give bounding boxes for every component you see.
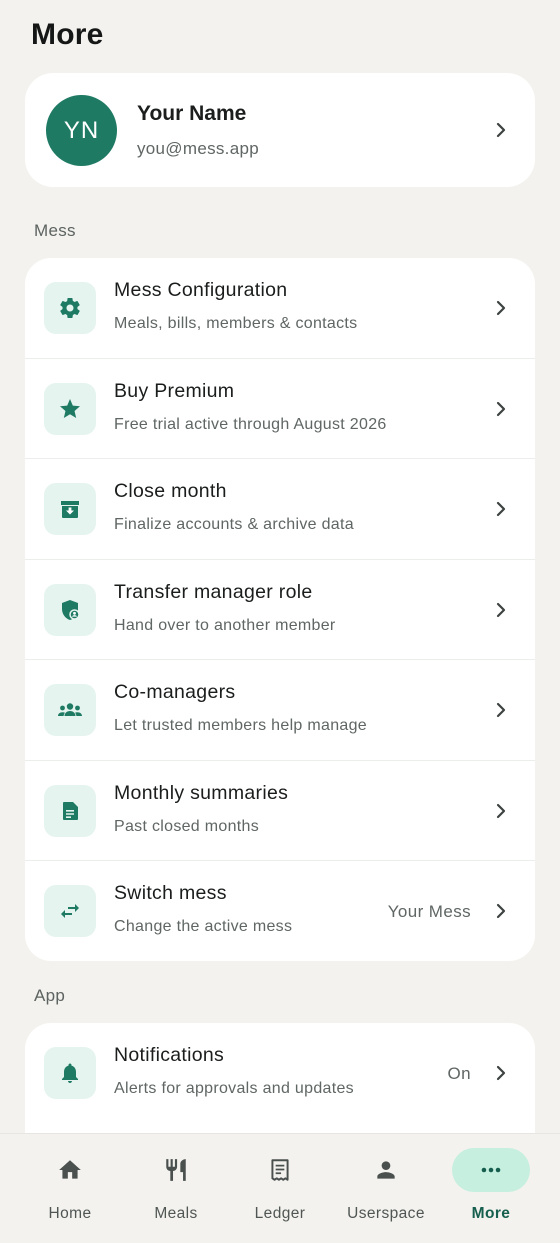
menu-item-title: Switch mess	[114, 882, 227, 904]
current-mess-value: Your Mess	[387, 902, 471, 921]
menu-item-subtitle: Past closed months	[114, 817, 260, 835]
section-label-mess: Mess	[34, 221, 76, 240]
summary-document-icon	[44, 784, 96, 837]
menu-item-title: Co-managers	[114, 681, 236, 703]
chevron-right-icon	[496, 803, 506, 818]
profile-card[interactable]: YN Your Name you@mess.app	[25, 73, 535, 187]
menu-item-title: Buy Premium	[114, 379, 235, 402]
menu-item-mess-configuration[interactable]: Mess Configuration Meals, bills, members…	[25, 258, 535, 359]
more-dots-icon	[476, 1155, 506, 1185]
receipt-icon	[265, 1155, 295, 1185]
nav-item-userspace[interactable]: Userspace	[330, 1134, 442, 1243]
archive-icon	[44, 483, 96, 535]
menu-item-subtitle: Finalize accounts & archive data	[114, 516, 354, 533]
menu-item-subtitle: Free trial active through August 2026	[114, 415, 387, 433]
section-label-app: App	[34, 986, 66, 1005]
menu-item-subtitle: Meals, bills, members & contacts	[114, 315, 358, 332]
menu-item-title: Monthly summaries	[114, 781, 289, 804]
nav-item-meals[interactable]: Meals	[120, 1134, 232, 1243]
nav-label: Meals	[154, 1205, 198, 1222]
profile-email: you@mess.app	[137, 139, 259, 158]
nav-item-home[interactable]: Home	[14, 1134, 126, 1243]
page-title: More	[31, 18, 104, 51]
profile-name: Your Name	[137, 102, 247, 125]
person-icon	[371, 1155, 401, 1185]
menu-item-title: Close month	[114, 480, 227, 502]
menu-item-title: Transfer manager role	[114, 580, 313, 603]
menu-item-subtitle: Hand over to another member	[114, 616, 336, 634]
menu-item-co-managers[interactable]: Co-managers Let trusted members help man…	[25, 660, 535, 761]
swap-arrows-icon	[44, 885, 96, 937]
menu-item-notifications[interactable]: Notifications Alerts for approvals and u…	[25, 1023, 535, 1124]
fork-knife-icon	[161, 1155, 191, 1185]
chevron-right-icon	[496, 300, 506, 316]
nav-item-more[interactable]: More	[435, 1134, 547, 1243]
bottom-navigation-bar: Home Meals Ledger Userspace More	[0, 1133, 560, 1243]
chevron-right-icon	[496, 122, 506, 138]
menu-item-subtitle: Alerts for approvals and updates	[114, 1080, 354, 1097]
menu-item-buy-premium[interactable]: Buy Premium Free trial active through Au…	[25, 359, 535, 459]
gear-icon	[44, 282, 96, 334]
home-icon	[55, 1155, 85, 1185]
notifications-status-value: On	[447, 1064, 471, 1083]
nav-label: Ledger	[254, 1205, 306, 1222]
bell-icon	[44, 1047, 96, 1099]
nav-label: Home	[48, 1205, 92, 1222]
star-icon	[44, 382, 96, 435]
nav-label: Userspace	[347, 1205, 425, 1222]
chevron-right-icon	[496, 702, 506, 718]
menu-item-title: Notifications	[114, 1044, 225, 1066]
menu-item-subtitle: Let trusted members help manage	[114, 717, 367, 734]
chevron-right-icon	[496, 602, 506, 617]
group-icon	[44, 684, 96, 736]
shield-person-icon	[44, 583, 96, 636]
nav-item-ledger[interactable]: Ledger	[224, 1134, 336, 1243]
nav-label: More	[471, 1205, 511, 1222]
mess-menu-card: Mess Configuration Meals, bills, members…	[25, 258, 535, 961]
menu-item-title: Mess Configuration	[114, 279, 288, 301]
avatar: YN	[46, 95, 117, 166]
chevron-right-icon	[496, 401, 506, 416]
menu-item-subtitle: Change the active mess	[114, 918, 293, 935]
menu-item-transfer-manager-role[interactable]: Transfer manager role Hand over to anoth…	[25, 560, 535, 660]
chevron-right-icon	[496, 1065, 506, 1081]
chevron-right-icon	[496, 501, 506, 517]
more-screen: More YN Your Name you@mess.app Mess Mess…	[0, 0, 560, 1243]
chevron-right-icon	[496, 903, 506, 919]
menu-item-close-month[interactable]: Close month Finalize accounts & archive …	[25, 459, 535, 560]
menu-item-monthly-summaries[interactable]: Monthly summaries Past closed months	[25, 761, 535, 861]
menu-item-switch-mess[interactable]: Switch mess Change the active mess Your …	[25, 861, 535, 961]
